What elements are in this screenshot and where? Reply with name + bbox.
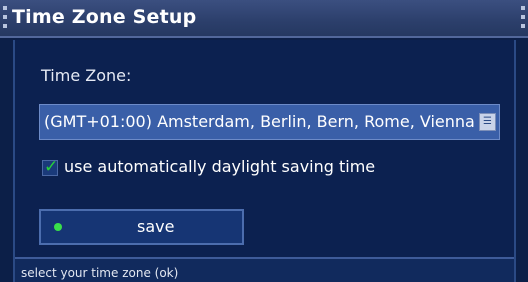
corner-dot — [3, 15, 7, 19]
time-zone-label: Time Zone: — [41, 66, 132, 85]
time-zone-select[interactable]: (GMT+01:00) Amsterdam, Berlin, Bern, Rom… — [39, 104, 500, 140]
save-button-label: save — [137, 217, 175, 236]
status-bar: select your time zone (ok) — [15, 257, 514, 282]
corner-dot — [3, 24, 7, 28]
dst-checkbox[interactable]: ✓ — [42, 157, 59, 177]
time-zone-setup-window: Time Zone Setup Time Zone: (GMT+01:00) A… — [0, 0, 528, 282]
corner-dot — [521, 24, 525, 28]
status-hint: select your time zone (ok) — [21, 266, 179, 280]
corner-dot — [3, 6, 7, 10]
window-title: Time Zone Setup — [12, 6, 197, 28]
list-icon[interactable]: ☰ — [479, 113, 496, 131]
checkmark-icon: ✓ — [44, 157, 59, 177]
time-zone-value: (GMT+01:00) Amsterdam, Berlin, Bern, Rom… — [44, 112, 475, 131]
corner-dot — [521, 6, 525, 10]
dst-checkbox-label: use automatically daylight saving time — [64, 157, 376, 176]
green-dot-icon — [54, 223, 62, 231]
title-bar: Time Zone Setup — [0, 0, 528, 38]
corner-dot — [521, 15, 525, 19]
save-button[interactable]: save — [39, 209, 244, 245]
